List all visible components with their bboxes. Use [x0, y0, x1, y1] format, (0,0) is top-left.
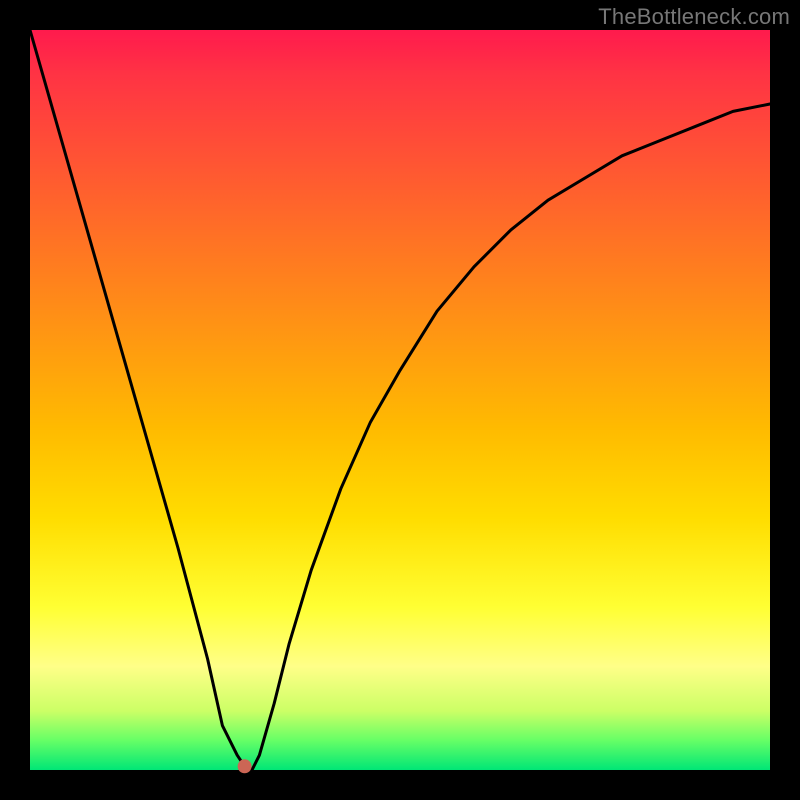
watermark-text: TheBottleneck.com [598, 4, 790, 30]
curve-layer [30, 30, 770, 770]
plot-area [30, 30, 770, 770]
minimum-marker [238, 759, 252, 773]
bottleneck-curve [30, 30, 770, 770]
chart-frame: TheBottleneck.com [0, 0, 800, 800]
